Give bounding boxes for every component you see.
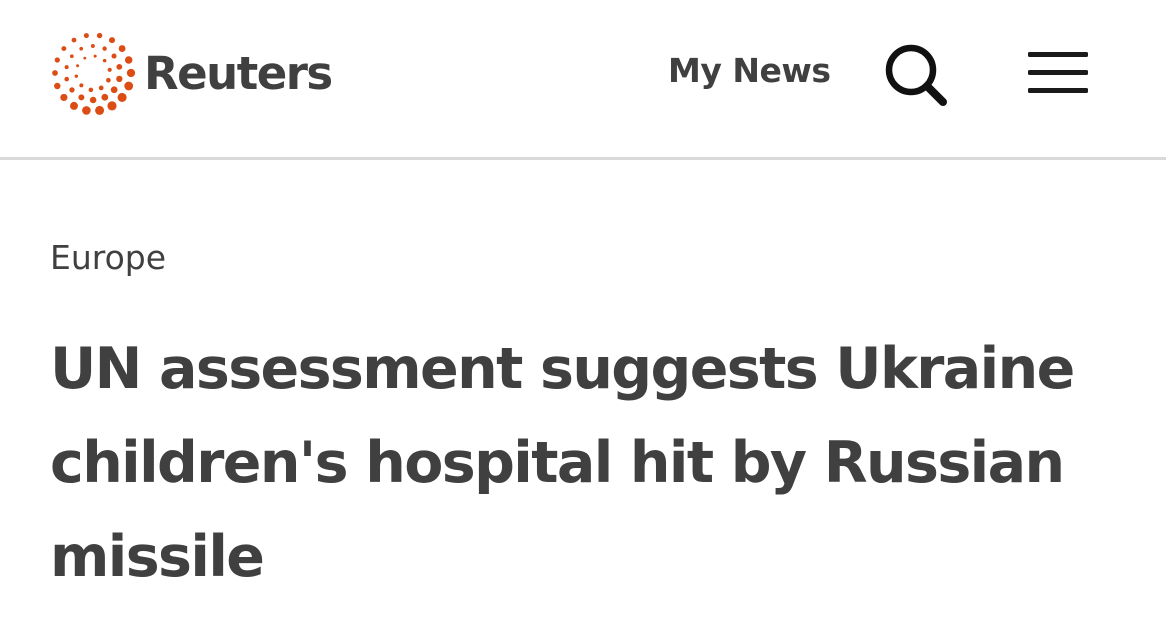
logo-dot <box>96 32 103 39</box>
logo-dot <box>90 44 95 48</box>
logo-dot <box>69 87 75 93</box>
logo-dot <box>111 53 117 59</box>
logo-dot <box>74 74 78 78</box>
logo-dot <box>60 93 68 102</box>
search-icon <box>885 44 947 106</box>
logo-dot <box>117 92 127 102</box>
logo-dot <box>116 63 123 70</box>
logo-dot <box>124 81 134 91</box>
logo-dot <box>89 96 97 104</box>
search-button[interactable] <box>882 40 952 110</box>
logo-dot <box>69 54 74 59</box>
logo-dot <box>52 70 58 76</box>
my-news-link[interactable]: My News <box>668 48 831 94</box>
logo-dot <box>83 56 87 60</box>
menu-button[interactable] <box>1028 48 1090 100</box>
site-header: Reuters My News <box>0 0 1166 160</box>
logo-dot <box>106 77 111 83</box>
logo-dot <box>107 67 112 72</box>
logo-dot <box>54 82 61 90</box>
logo-dot <box>78 94 85 101</box>
logo-dot <box>102 58 107 63</box>
logo-dot <box>102 46 107 51</box>
logo-dot <box>64 76 70 82</box>
logo-dot <box>101 93 109 101</box>
logo-dot <box>79 83 84 88</box>
logo-dot <box>71 37 77 43</box>
reuters-wordmark: Reuters <box>144 46 333 100</box>
logo-dot <box>93 54 97 58</box>
reuters-logo[interactable]: Reuters <box>50 30 333 116</box>
logo-dot <box>124 56 133 64</box>
reuters-logo-icon <box>52 32 136 115</box>
article-headline: UN assessment suggests Ukraine children'… <box>50 336 1075 590</box>
logo-dot <box>110 86 118 94</box>
logo-dot <box>83 33 89 39</box>
logo-dot <box>126 68 136 78</box>
logo-dot <box>64 65 69 70</box>
logo-dot <box>116 75 123 83</box>
logo-dot <box>95 105 105 115</box>
section-link-europe[interactable]: Europe <box>50 236 166 280</box>
logo-dot <box>61 46 67 52</box>
logo-dot <box>70 101 78 110</box>
logo-dot <box>79 46 83 51</box>
logo-dot <box>98 85 104 91</box>
logo-dot <box>118 45 126 52</box>
logo-dot <box>54 57 60 63</box>
hamburger-menu-icon <box>1028 52 1088 93</box>
logo-dot <box>76 64 80 68</box>
logo-dot <box>107 101 117 111</box>
logo-dot <box>82 106 91 115</box>
logo-dot <box>88 87 94 93</box>
logo-dot <box>108 37 116 44</box>
